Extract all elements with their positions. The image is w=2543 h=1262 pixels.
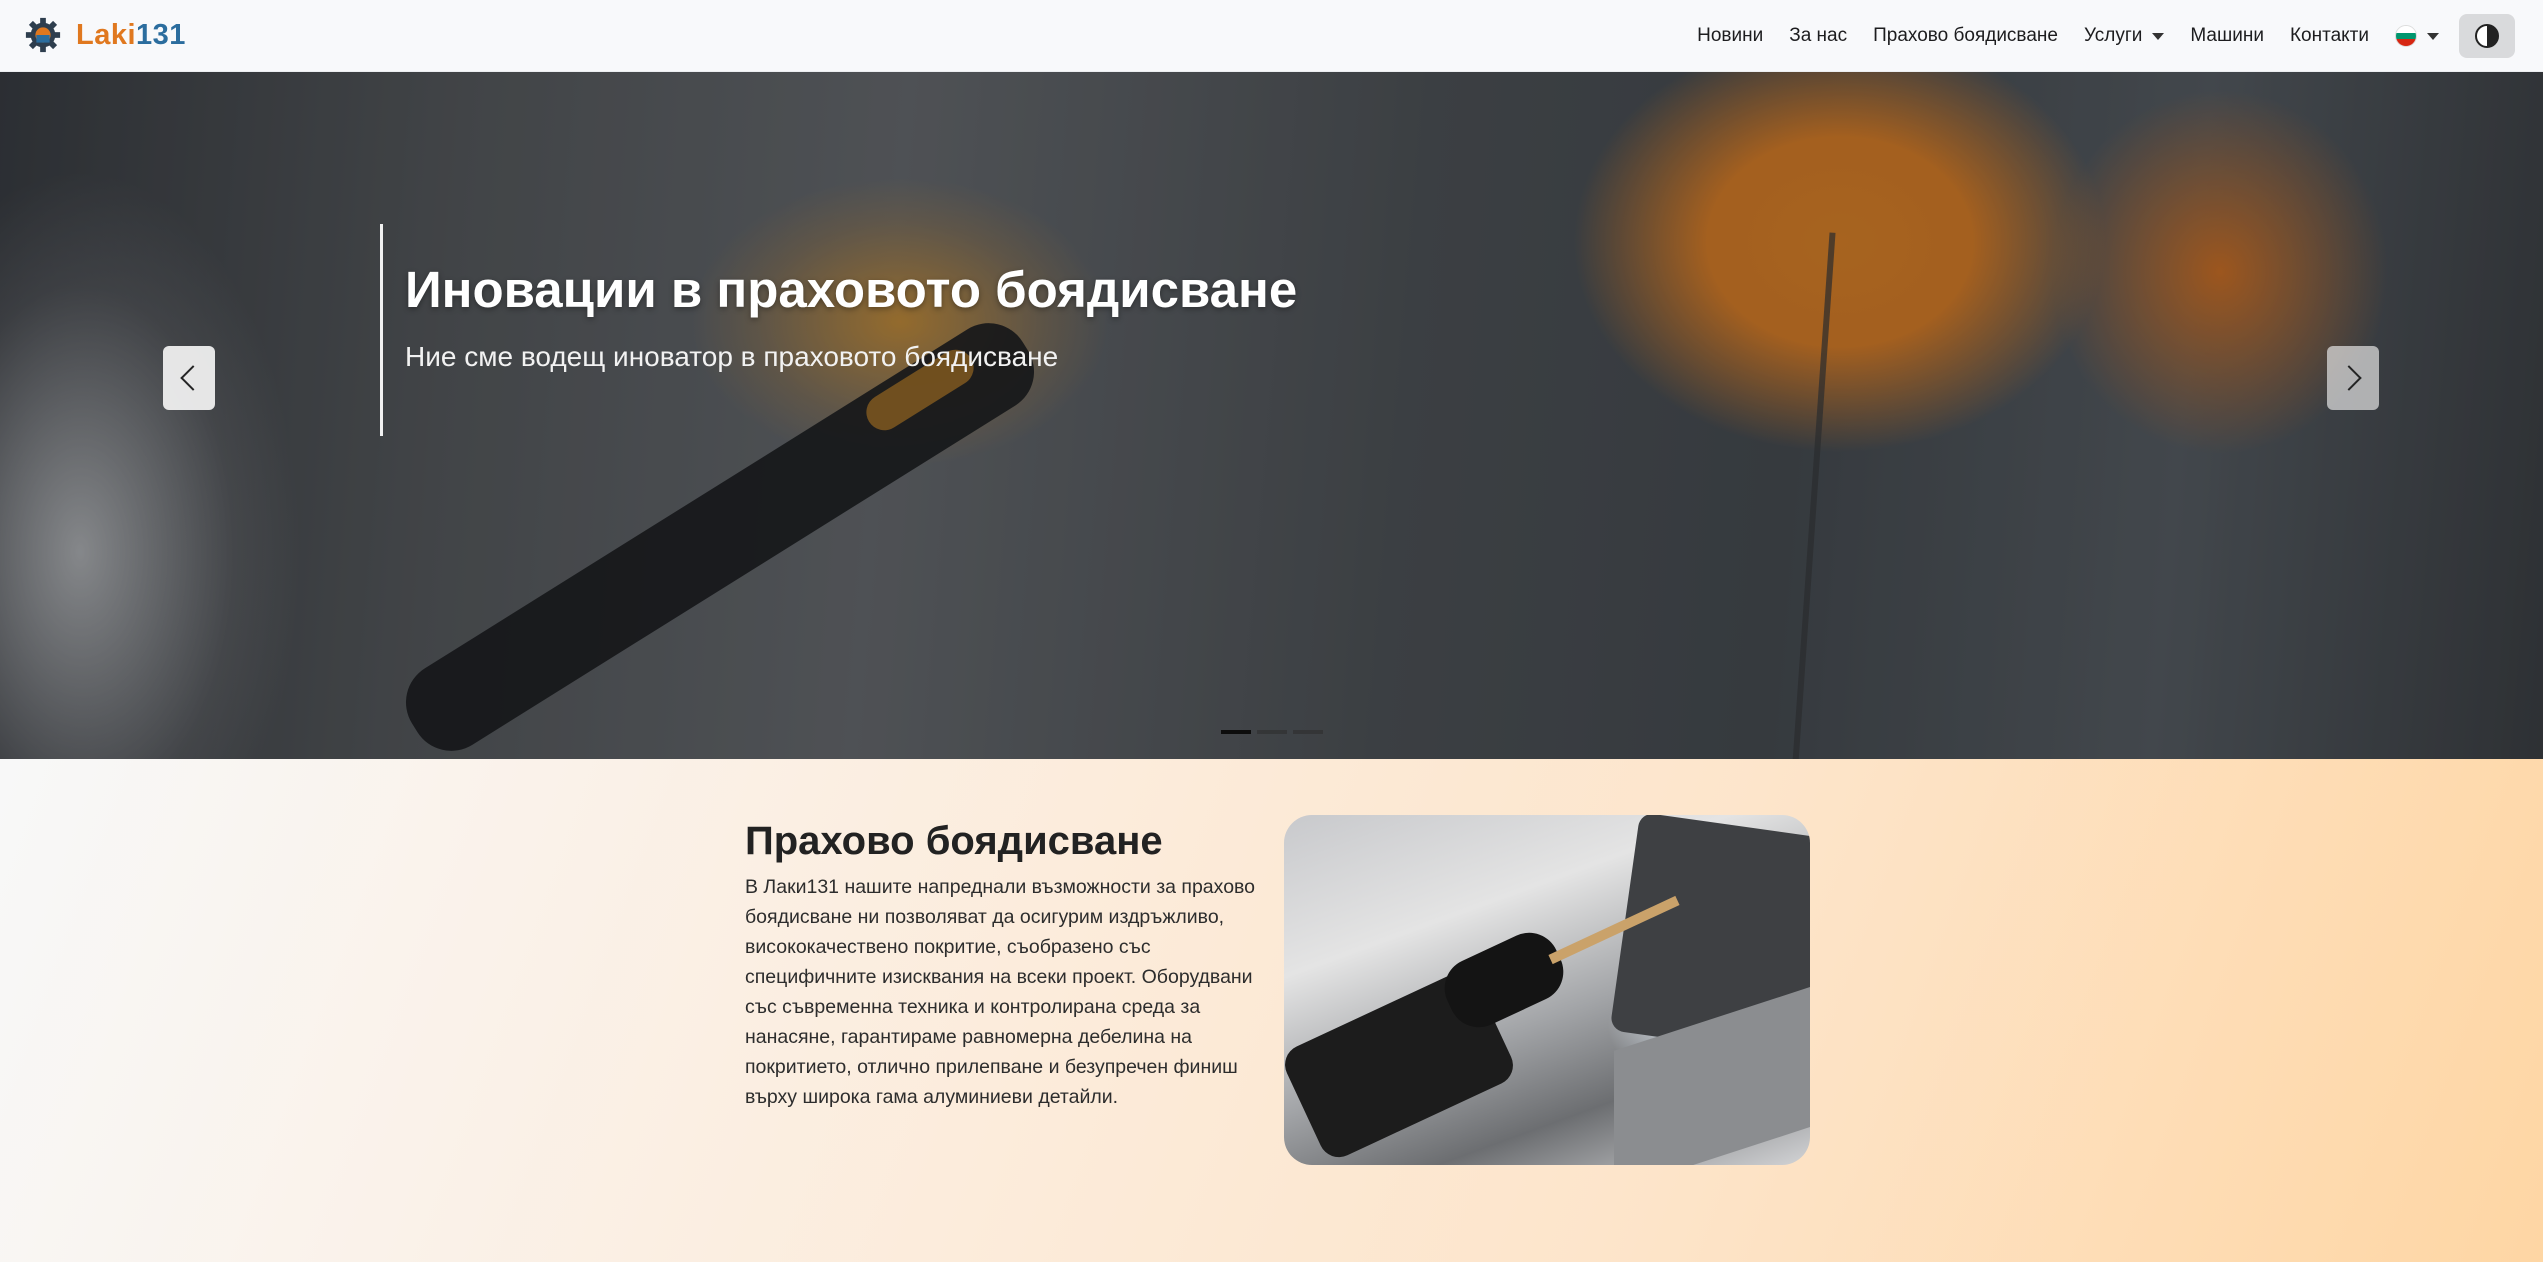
brand-logo-link[interactable]: Laki131: [24, 14, 186, 56]
brand-name: Laki131: [76, 19, 186, 52]
nav-link-contacts[interactable]: Контакти: [2290, 25, 2369, 47]
nav-link-powder-coating[interactable]: Прахово боядисване: [1873, 25, 2058, 47]
nav-dropdown-services-label: Услуги: [2083, 25, 2143, 46]
section-text: В Лаки131 нашите напреднали възможности …: [745, 876, 1256, 1108]
caret-down-icon: [2152, 32, 2165, 40]
nav-link-news[interactable]: Новини: [1697, 25, 1763, 47]
carousel-indicator-1[interactable]: [1221, 730, 1251, 734]
caret-down-icon: [2427, 32, 2439, 40]
language-dropdown[interactable]: [2395, 25, 2439, 47]
section-title: Прахово боядисване: [745, 819, 1163, 863]
carousel-prev-button[interactable]: [163, 346, 215, 410]
nav-links: Новини За нас Прахово боядисване Услуги …: [1671, 0, 2515, 72]
nav-dropdown-services[interactable]: Услуги: [2083, 25, 2165, 47]
brand-name-part1: Laki: [76, 18, 137, 51]
carousel-title: Иновации в праховото боядисване: [405, 261, 1298, 318]
theme-toggle-button[interactable]: [2459, 14, 2515, 58]
brand-name-part2: 131: [136, 18, 186, 51]
carousel-indicator-3[interactable]: [1293, 730, 1323, 734]
nav-link-about[interactable]: За нас: [1789, 25, 1847, 47]
nav-link-machines[interactable]: Машини: [2190, 25, 2264, 47]
section-photo: [1284, 815, 1810, 1165]
carousel-next-button[interactable]: [2327, 346, 2379, 410]
carousel-caption: Иновации в праховото боядисване Ние сме …: [380, 224, 1297, 436]
chevron-right-icon: [2336, 365, 2362, 391]
carousel-subtitle: Ние сме водещ иноватор в праховото бояди…: [405, 341, 1059, 372]
hero-carousel: Иновации в праховото боядисване Ние сме …: [0, 72, 2543, 759]
chevron-left-icon: [180, 365, 206, 391]
bulgaria-flag-icon: [2395, 25, 2417, 47]
carousel-indicator-2[interactable]: [1257, 730, 1287, 734]
carousel-indicators: [1221, 730, 1323, 734]
gear-logo-icon: [25, 17, 61, 53]
contrast-icon: [2475, 24, 2499, 48]
top-navbar: Laki131 Новини За нас Прахово боядисване…: [0, 0, 2543, 72]
powder-coating-section: Прахово боядисване В Лаки131 нашите напр…: [0, 759, 2543, 1262]
